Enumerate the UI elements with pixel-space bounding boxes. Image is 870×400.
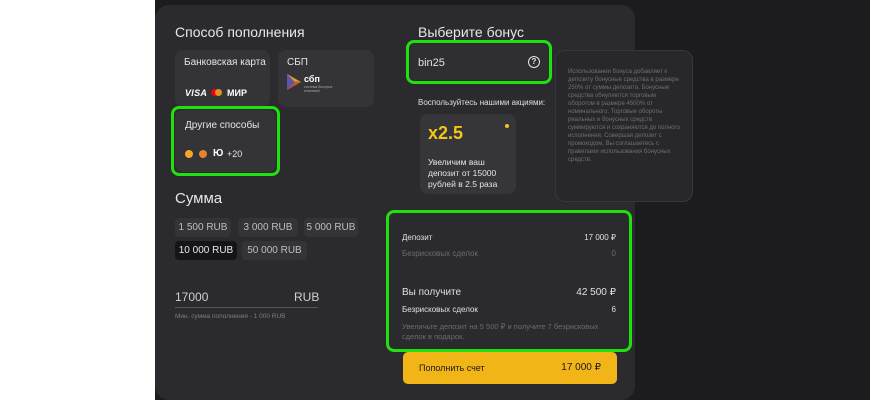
- bonus-tooltip-text: Использовании бонуса добавляет к депозит…: [568, 69, 680, 163]
- amount-preset-3000[interactable]: 3 000 RUB: [238, 218, 298, 237]
- promo-title: Воспользуйтесь нашими акциями:: [418, 98, 546, 107]
- bonus-tooltip: Использовании бонуса добавляет к депозит…: [555, 50, 693, 202]
- promo-active-dot: [505, 124, 509, 128]
- promo-multiplier: x2.5: [428, 123, 464, 143]
- sbp-label: СБП: [287, 57, 308, 68]
- sbp-logo-subtext: система быстрых платежей: [304, 85, 333, 93]
- promo-card[interactable]: x2.5 Увеличим ваш депозит от 15000 рубле…: [420, 114, 516, 194]
- bank-card-option[interactable]: Банковская карта VISA МИР: [175, 50, 270, 107]
- other-methods-highlight: [171, 106, 280, 176]
- bonus-title: Выберите бонус: [418, 24, 524, 40]
- visa-icon: VISA: [185, 88, 208, 98]
- sbp-option[interactable]: СБП сбп система быстрых платежей: [278, 50, 374, 107]
- topup-amount: 17 000 ₽: [561, 362, 601, 373]
- amount-preset-50000[interactable]: 50 000 RUB: [242, 241, 307, 260]
- bank-card-label: Банковская карта: [184, 57, 266, 68]
- mir-icon: МИР: [227, 88, 247, 98]
- amount-min-hint: Мин. сумма пополнения - 1 000 RUB: [175, 313, 286, 320]
- amount-underline: [175, 307, 318, 308]
- amount-currency: RUB: [294, 290, 320, 304]
- amount-preset-1500[interactable]: 1 500 RUB: [175, 218, 231, 237]
- amount-title: Сумма: [175, 190, 223, 207]
- sbp-logo-text: сбп: [304, 74, 320, 84]
- summary-highlight: [386, 210, 632, 352]
- bonus-input-highlight: [406, 40, 552, 84]
- mastercard-icon: [211, 89, 225, 97]
- payment-method-title: Способ пополнения: [175, 24, 305, 40]
- sbp-logo-icon: [287, 74, 301, 90]
- topup-button[interactable]: Пополнить счет 17 000 ₽: [403, 352, 617, 384]
- amount-preset-5000[interactable]: 5 000 RUB: [304, 218, 358, 237]
- amount-preset-10000[interactable]: 10 000 RUB: [175, 241, 237, 260]
- promo-text: Увеличим ваш депозит от 15000 рублей в 2…: [428, 157, 498, 189]
- amount-input[interactable]: 17000: [175, 290, 208, 304]
- topup-label: Пополнить счет: [419, 363, 485, 373]
